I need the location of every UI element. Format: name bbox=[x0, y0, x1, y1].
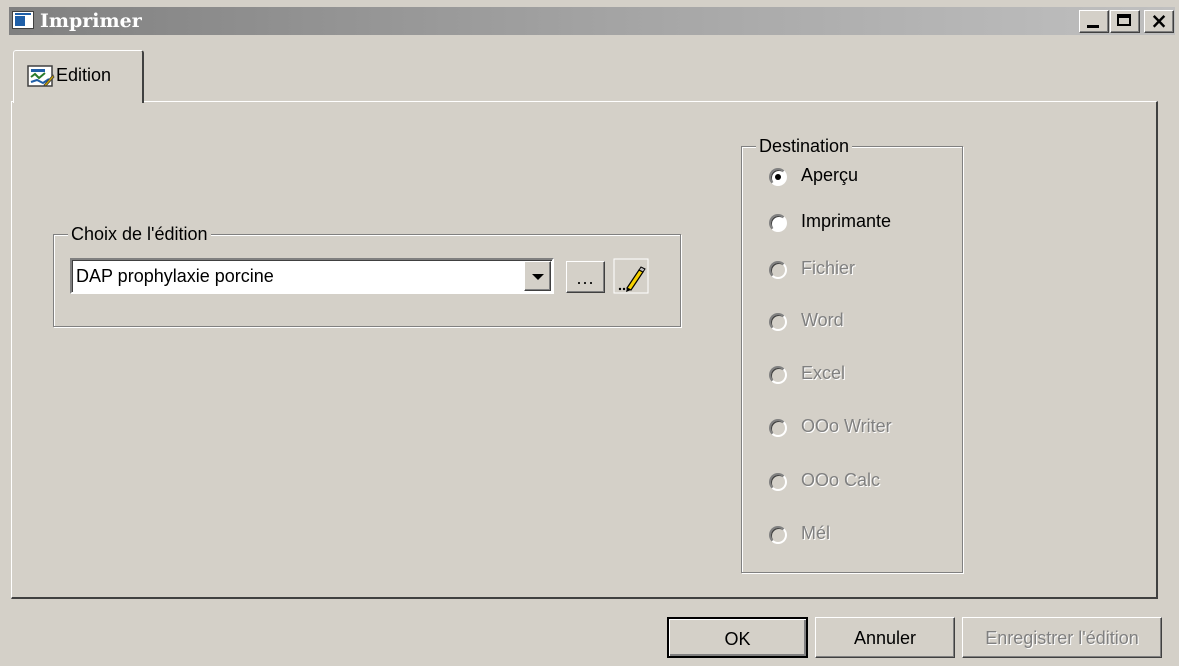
radio-label: Word bbox=[801, 310, 844, 330]
choix-edition-legend: Choix de l'édition bbox=[68, 223, 211, 245]
chevron-down-icon[interactable] bbox=[524, 261, 551, 291]
tab-edition-label: Edition bbox=[56, 65, 112, 85]
minimize-button[interactable] bbox=[1079, 10, 1109, 33]
radio-label: Excel bbox=[801, 363, 846, 383]
radio-label: Imprimante bbox=[801, 211, 892, 231]
save-edition-button-label: Enregistrer l'édition bbox=[985, 628, 1139, 648]
save-edition-button[interactable]: Enregistrer l'édition bbox=[962, 617, 1162, 658]
radio-button-icon bbox=[769, 366, 787, 384]
browse-button-label: ... bbox=[576, 268, 595, 288]
pencil-icon[interactable] bbox=[613, 258, 649, 294]
ok-button[interactable]: OK bbox=[667, 617, 808, 658]
radio-button-icon bbox=[769, 214, 787, 232]
tab-edition[interactable]: Edition bbox=[13, 50, 144, 103]
destination-legend: Destination bbox=[756, 135, 853, 157]
radio-button-icon bbox=[769, 168, 787, 186]
radio-button-icon bbox=[769, 313, 787, 331]
browse-button[interactable]: ... bbox=[566, 261, 605, 293]
edition-icon bbox=[27, 65, 55, 87]
radio-label: Fichier bbox=[801, 258, 856, 278]
window-title: Imprimer bbox=[40, 10, 142, 32]
close-button[interactable]: × bbox=[1144, 9, 1174, 33]
edition-select[interactable]: DAP prophylaxie porcine bbox=[70, 258, 554, 294]
radio-button-icon bbox=[769, 419, 787, 437]
window-app-icon bbox=[12, 11, 34, 29]
radio-label: OOo Calc bbox=[801, 470, 881, 490]
radio-label: Mél bbox=[801, 523, 831, 543]
cancel-button[interactable]: Annuler bbox=[815, 617, 955, 658]
ok-button-label: OK bbox=[724, 629, 751, 649]
radio-label: Aperçu bbox=[801, 165, 859, 185]
radio-button-icon bbox=[769, 473, 787, 491]
radio-button-icon bbox=[769, 261, 787, 279]
close-icon: × bbox=[1150, 9, 1168, 33]
tab-panel bbox=[11, 101, 1158, 599]
edition-select-value: DAP prophylaxie porcine bbox=[76, 266, 274, 286]
cancel-button-label: Annuler bbox=[853, 628, 917, 648]
title-bar[interactable]: Imprimer × bbox=[9, 7, 1175, 35]
radio-label: OOo Writer bbox=[801, 416, 892, 436]
maximize-button[interactable] bbox=[1110, 10, 1140, 33]
radio-button-icon bbox=[769, 526, 787, 544]
radio-dot bbox=[775, 174, 781, 180]
